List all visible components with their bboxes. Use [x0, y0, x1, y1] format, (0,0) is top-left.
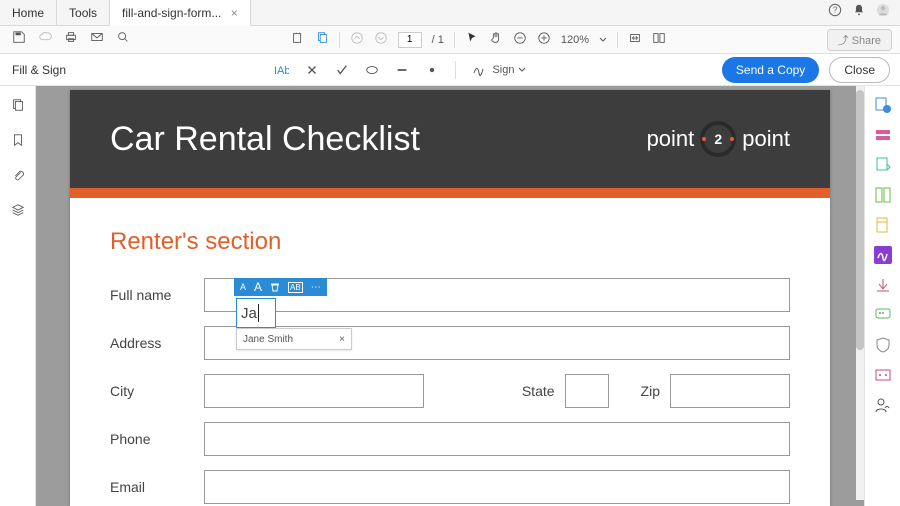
bell-icon[interactable] [852, 3, 866, 22]
hand-icon[interactable] [489, 31, 503, 48]
label-zip: Zip [641, 383, 660, 399]
delete-icon[interactable] [270, 282, 280, 292]
page-total: / 1 [432, 34, 444, 46]
dot-tool[interactable] [425, 63, 439, 77]
close-icon[interactable]: × [231, 6, 238, 20]
tab-tools[interactable]: Tools [57, 0, 110, 26]
font-large-icon[interactable]: A [254, 280, 262, 294]
more-options-icon[interactable]: ⋯ [311, 282, 321, 293]
label-fullname: Full name [110, 287, 194, 303]
label-phone: Phone [110, 431, 194, 447]
vertical-scrollbar[interactable] [856, 86, 864, 500]
close-button[interactable]: Close [829, 57, 890, 83]
text-cursor [258, 304, 259, 322]
checkmark-tool[interactable] [335, 63, 349, 77]
zoom-out-icon[interactable] [513, 31, 527, 48]
scrollbar-thumb[interactable] [856, 90, 864, 350]
mail-icon[interactable] [90, 30, 104, 49]
tool-protect-icon[interactable] [874, 336, 892, 354]
bookmark-icon[interactable] [11, 133, 25, 152]
fill-sign-label: Fill & Sign [0, 63, 78, 77]
label-city: City [110, 383, 194, 399]
autofill-suggestion[interactable]: Jane Smith × [236, 328, 352, 350]
fill-sign-toolbar: Fill & Sign IAb Sign Send a Copy Close [0, 54, 900, 86]
field-state[interactable] [565, 374, 609, 408]
tool-comment-icon[interactable] [874, 306, 892, 324]
style-box-icon[interactable]: AB [288, 282, 303, 293]
label-address: Address [110, 335, 194, 351]
tool-edit-icon[interactable] [874, 186, 892, 204]
tool-more-icon[interactable] [874, 366, 892, 384]
zoom-in-icon[interactable] [537, 31, 551, 48]
pointer-icon[interactable] [465, 31, 479, 48]
font-small-icon[interactable]: A [240, 282, 246, 292]
svg-text:IAb: IAb [274, 65, 289, 77]
share-icon: ⤴ [838, 35, 849, 47]
app-tabs-bar: Home Tools fill-and-sign-form... × ? [0, 0, 900, 26]
main-toolbar: / 1 120% ⤴Share [0, 26, 900, 54]
tab-document[interactable]: fill-and-sign-form... × [110, 0, 251, 26]
right-tools-panel [864, 86, 900, 506]
save-icon[interactable] [12, 30, 26, 49]
profile-icon[interactable] [876, 3, 890, 22]
help-icon[interactable]: ? [828, 3, 842, 22]
divider-bar [70, 188, 830, 198]
document-viewport[interactable]: Car Rental Checklist point 2 point Rente… [36, 86, 864, 506]
selection-tool-icon[interactable] [291, 31, 305, 48]
label-email: Email [110, 479, 194, 495]
text-annotation-input[interactable]: Ja [236, 298, 276, 328]
copy-icon[interactable] [315, 31, 329, 48]
send-copy-button[interactable]: Send a Copy [722, 57, 819, 83]
zoom-level[interactable]: 120% [561, 34, 589, 46]
tool-fill-sign-icon[interactable] [874, 246, 892, 264]
left-nav [0, 86, 36, 506]
tab-document-label: fill-and-sign-form... [122, 6, 221, 20]
thumbnails-icon[interactable] [11, 98, 25, 117]
field-zip[interactable] [670, 374, 790, 408]
page-up-icon[interactable] [350, 31, 364, 48]
section-heading: Renter's section [110, 228, 790, 256]
tool-combine-icon[interactable] [874, 126, 892, 144]
tab-home[interactable]: Home [0, 0, 57, 26]
circle-tool[interactable] [365, 63, 379, 77]
print-icon[interactable] [64, 30, 78, 49]
line-tool[interactable] [395, 63, 409, 77]
share-button[interactable]: ⤴Share [827, 29, 892, 51]
sign-tool[interactable]: Sign [472, 63, 526, 77]
tool-organize-icon[interactable] [874, 216, 892, 234]
field-email[interactable] [204, 470, 790, 504]
tool-export-icon[interactable] [874, 156, 892, 174]
tool-send-icon[interactable] [874, 276, 892, 294]
chevron-down-icon[interactable] [599, 36, 607, 44]
attachment-icon[interactable] [11, 168, 25, 187]
search-icon[interactable] [116, 30, 130, 49]
x-mark-tool[interactable] [305, 63, 319, 77]
label-state: State [522, 383, 555, 399]
tool-create-pdf-icon[interactable] [874, 96, 892, 114]
page-number-input[interactable] [398, 32, 422, 48]
field-phone[interactable] [204, 422, 790, 456]
page-display-icon[interactable] [652, 31, 666, 48]
brand-logo: point 2 point [647, 121, 790, 157]
page-down-icon[interactable] [374, 31, 388, 48]
text-annotation-toolbar: A A AB ⋯ [234, 278, 327, 296]
layers-icon[interactable] [11, 203, 25, 222]
svg-text:?: ? [833, 6, 838, 15]
cloud-icon[interactable] [38, 30, 52, 49]
document-title: Car Rental Checklist [110, 120, 420, 159]
text-tool[interactable]: IAb [273, 63, 289, 77]
tool-sign-request-icon[interactable] [874, 396, 892, 414]
field-city[interactable] [204, 374, 424, 408]
suggestion-close-icon[interactable]: × [339, 334, 345, 345]
fit-width-icon[interactable] [628, 31, 642, 48]
pdf-page: Car Rental Checklist point 2 point Rente… [70, 90, 830, 506]
